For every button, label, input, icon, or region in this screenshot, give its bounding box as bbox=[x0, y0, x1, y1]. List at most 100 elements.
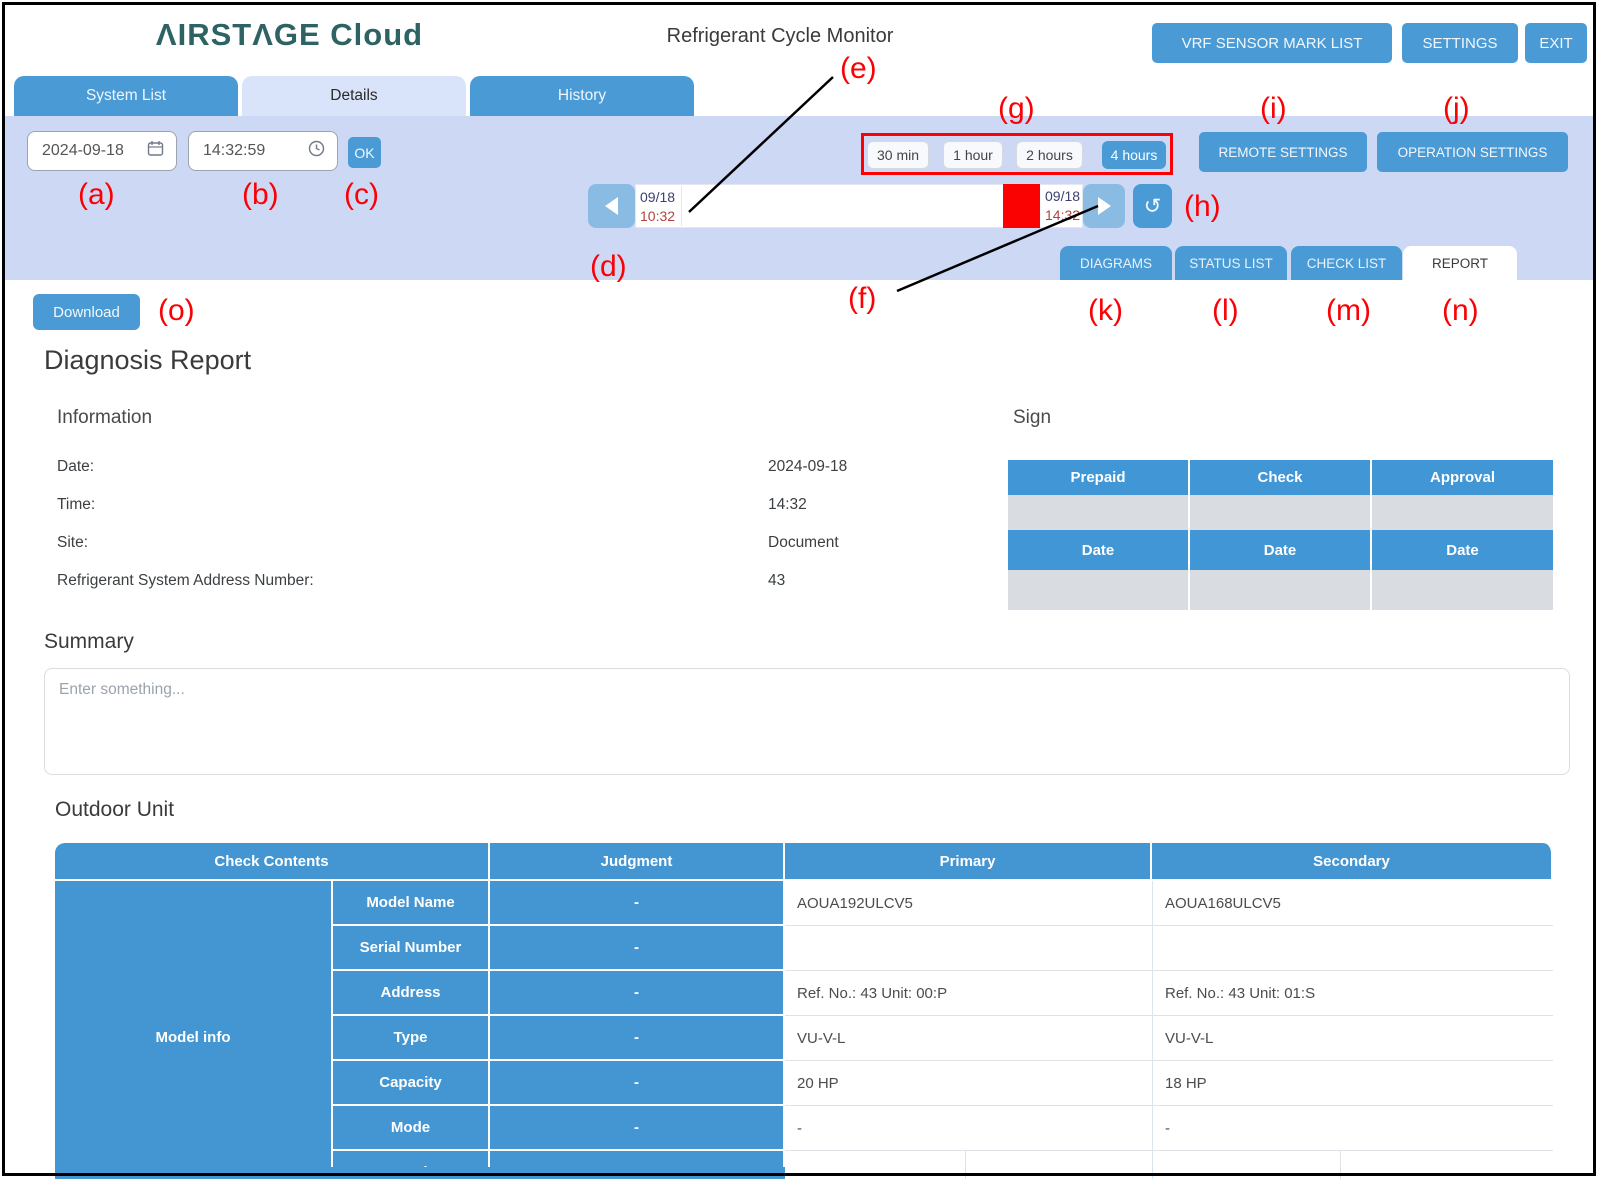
info-refrigerant-address-label: Refrigerant System Address Number: bbox=[57, 572, 314, 590]
sign-empty-cell bbox=[1008, 570, 1190, 610]
left-arrow-icon bbox=[605, 197, 618, 215]
sign-empty-cell bbox=[1190, 495, 1372, 530]
model-info-group-cell: Model info bbox=[55, 881, 333, 1179]
remote-settings-button[interactable]: REMOTE SETTINGS bbox=[1199, 132, 1367, 172]
tab-system-list[interactable]: System List bbox=[14, 76, 238, 116]
timeline-label-divider bbox=[681, 186, 682, 226]
primary-cell-b: - bbox=[965, 1151, 1152, 1179]
info-time-label: Time: bbox=[57, 496, 95, 514]
sign-table: Prepaid Check Approval Date Date Date bbox=[1008, 460, 1553, 610]
sign-empty-cell bbox=[1372, 495, 1553, 530]
time-field[interactable] bbox=[188, 131, 338, 171]
info-site-value: Document bbox=[768, 534, 839, 552]
primary-cell: - bbox=[785, 1106, 1152, 1151]
primary-cell: AOUA192ULCV5 bbox=[785, 881, 1152, 926]
outdoor-unit-heading: Outdoor Unit bbox=[55, 798, 174, 822]
col-header-check-contents: Check Contents bbox=[55, 843, 490, 881]
tab-history[interactable]: History bbox=[470, 76, 694, 116]
range-4hours-button[interactable]: 4 hours bbox=[1102, 141, 1166, 169]
timeline-end-time: 14:32 bbox=[1045, 206, 1080, 225]
info-date-value: 2024-09-18 bbox=[768, 458, 847, 476]
exit-button[interactable]: EXIT bbox=[1525, 23, 1587, 63]
clock-icon[interactable] bbox=[308, 140, 325, 162]
right-arrow-icon bbox=[1098, 197, 1111, 215]
operation-settings-button[interactable]: OPERATION SETTINGS bbox=[1377, 132, 1568, 172]
subtab-check-list[interactable]: CHECK LIST bbox=[1291, 246, 1402, 280]
info-site-label: Site: bbox=[57, 534, 88, 552]
outdoor-unit-table: Check Contents Judgment Primary Secondar… bbox=[55, 843, 1553, 1179]
annotation-i: (i) bbox=[1260, 92, 1287, 126]
refresh-button[interactable]: ↺ bbox=[1133, 184, 1172, 228]
page-title: Refrigerant Cycle Monitor bbox=[600, 22, 960, 50]
sign-date-header: Date bbox=[1190, 530, 1372, 570]
row-label: Model Name bbox=[333, 881, 490, 926]
annotation-c: (c) bbox=[344, 178, 379, 212]
calendar-icon[interactable] bbox=[147, 140, 164, 162]
settings-button[interactable]: SETTINGS bbox=[1402, 23, 1518, 63]
row-label: Mode bbox=[333, 1106, 490, 1151]
ok-button[interactable]: OK bbox=[348, 137, 381, 168]
subtab-diagrams[interactable]: DIAGRAMS bbox=[1060, 246, 1172, 280]
timeline-left-arrow-button[interactable] bbox=[588, 184, 635, 228]
timeline-end-label: 09/18 14:32 bbox=[1041, 184, 1084, 225]
primary-cell: 20 HP bbox=[785, 1061, 1152, 1106]
range-1hour-button[interactable]: 1 hour bbox=[943, 141, 1003, 169]
diagnosis-report-title: Diagnosis Report bbox=[44, 345, 251, 376]
row-label: Type bbox=[333, 1016, 490, 1061]
col-header-primary: Primary bbox=[785, 843, 1152, 881]
timeline-right-arrow-button[interactable] bbox=[1083, 184, 1125, 228]
refrigerant-cycle-monitor-page: ΛIRSTΛGE Cloud Refrigerant Cycle Monitor… bbox=[0, 0, 1605, 1179]
annotation-e: (e) bbox=[840, 52, 877, 86]
table-row: Model info Model Name - AOUA192ULCV5 AOU… bbox=[55, 881, 1553, 926]
annotation-h: (h) bbox=[1184, 190, 1221, 224]
judgment-cell: - bbox=[490, 971, 785, 1016]
secondary-cell-a: - bbox=[1152, 1151, 1340, 1179]
sign-heading: Sign bbox=[1013, 407, 1051, 429]
vrf-sensor-mark-list-button[interactable]: VRF SENSOR MARK LIST bbox=[1152, 23, 1392, 63]
range-30min-button[interactable]: 30 min bbox=[867, 141, 929, 169]
sign-date-header: Date bbox=[1372, 530, 1553, 570]
date-field[interactable] bbox=[27, 131, 177, 171]
range-2hours-button[interactable]: 2 hours bbox=[1016, 141, 1083, 169]
row-label: Serial Number bbox=[333, 926, 490, 971]
annotation-a: (a) bbox=[78, 178, 115, 212]
summary-textarea[interactable] bbox=[44, 668, 1570, 775]
tab-details[interactable]: Details bbox=[242, 76, 466, 116]
annotation-m: (m) bbox=[1326, 294, 1371, 328]
sign-date-header: Date bbox=[1008, 530, 1190, 570]
sign-empty-cell bbox=[1190, 570, 1372, 610]
info-refrigerant-address-value: 43 bbox=[768, 572, 785, 590]
col-header-secondary: Secondary bbox=[1152, 843, 1553, 881]
timeline-slider-handle[interactable] bbox=[1003, 184, 1040, 228]
table-row-partial bbox=[670, 1167, 785, 1179]
row-label: Address bbox=[333, 971, 490, 1016]
table-row-partial bbox=[55, 1167, 333, 1179]
judgment-cell: - bbox=[490, 1016, 785, 1061]
download-button[interactable]: Download bbox=[33, 294, 140, 330]
primary-cell-a: - bbox=[785, 1151, 965, 1179]
time-input[interactable] bbox=[201, 141, 305, 161]
information-heading: Information bbox=[57, 407, 152, 429]
annotation-g: (g) bbox=[998, 92, 1035, 126]
secondary-cell: 18 HP bbox=[1152, 1061, 1553, 1106]
sign-col-check: Check bbox=[1190, 460, 1372, 495]
secondary-cell: AOUA168ULCV5 bbox=[1152, 881, 1553, 926]
annotation-d: (d) bbox=[590, 250, 627, 284]
secondary-cell: - bbox=[1152, 1106, 1553, 1151]
date-input[interactable] bbox=[40, 141, 144, 161]
annotation-k: (k) bbox=[1088, 294, 1123, 328]
sign-col-prepaid: Prepaid bbox=[1008, 460, 1190, 495]
subtab-status-list[interactable]: STATUS LIST bbox=[1175, 246, 1287, 280]
annotation-b: (b) bbox=[242, 178, 279, 212]
annotation-l: (l) bbox=[1212, 294, 1239, 328]
judgment-cell: - bbox=[490, 926, 785, 971]
info-date-label: Date: bbox=[57, 458, 94, 476]
primary-cell bbox=[785, 926, 1152, 971]
secondary-cell: Ref. No.: 43 Unit: 01:S bbox=[1152, 971, 1553, 1016]
summary-heading: Summary bbox=[44, 630, 134, 654]
subtab-report[interactable]: REPORT bbox=[1403, 246, 1517, 280]
annotation-f: (f) bbox=[848, 282, 876, 316]
col-header-judgment: Judgment bbox=[490, 843, 785, 881]
secondary-cell: VU-V-L bbox=[1152, 1016, 1553, 1061]
table-row-partial bbox=[336, 1167, 490, 1179]
